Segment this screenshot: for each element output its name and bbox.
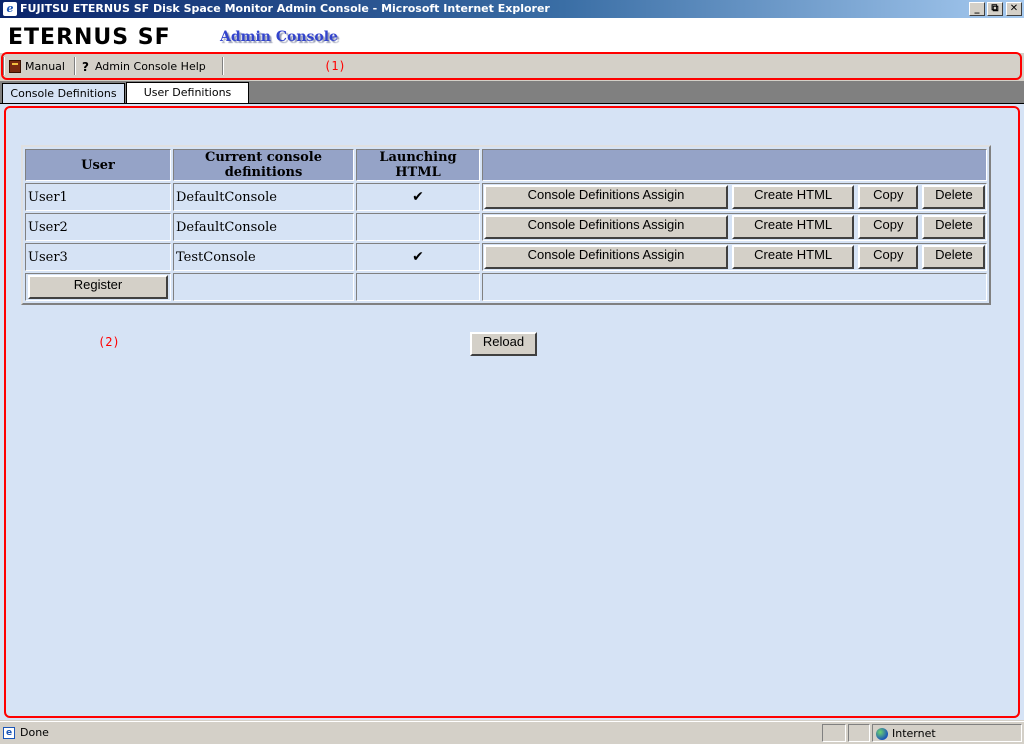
- maximize-button[interactable]: ⧉: [987, 2, 1003, 16]
- create-html-button[interactable]: Create HTML: [732, 185, 855, 209]
- callout-2-label: (2): [98, 335, 120, 349]
- user-name-cell: User3: [25, 243, 171, 271]
- column-header-actions: [482, 149, 988, 181]
- row-actions: Console Definitions Assigin Create HTML …: [482, 243, 988, 271]
- console-cell: DefaultConsole: [173, 213, 354, 241]
- copy-button[interactable]: Copy: [858, 185, 919, 209]
- console-definitions-assign-button[interactable]: Console Definitions Assigin: [484, 245, 728, 269]
- column-header-user: User: [25, 149, 171, 181]
- console-definitions-assign-button[interactable]: Console Definitions Assigin: [484, 215, 728, 239]
- app-header: ETERNUS SF Admin Console: [0, 18, 1024, 52]
- user-definitions-table: User Current console definitions Launchi…: [21, 145, 992, 305]
- table-header-row: User Current console definitions Launchi…: [25, 149, 988, 181]
- register-cell: Register: [25, 273, 171, 301]
- toolbar-separator: [222, 57, 224, 75]
- main-content: User Current console definitions Launchi…: [0, 103, 1024, 720]
- minimize-button[interactable]: _: [969, 2, 985, 16]
- delete-button[interactable]: Delete: [922, 215, 986, 239]
- toolbar-grip: [3, 57, 5, 75]
- admin-console-help-link[interactable]: ? Admin Console Help: [82, 58, 206, 75]
- console-definitions-assign-button[interactable]: Console Definitions Assigin: [484, 185, 728, 209]
- help-label: Admin Console Help: [94, 60, 206, 73]
- column-header-current-console: Current console definitions: [173, 149, 354, 181]
- page-done-icon: e: [3, 726, 15, 739]
- help-question-icon: ?: [82, 59, 89, 74]
- create-html-button[interactable]: Create HTML: [732, 245, 855, 269]
- eternus-logo: ETERNUS SF: [8, 25, 171, 50]
- delete-button[interactable]: Delete: [922, 245, 986, 269]
- create-html-button[interactable]: Create HTML: [732, 215, 855, 239]
- tab-user-definitions[interactable]: User Definitions: [126, 82, 249, 104]
- reload-button[interactable]: Reload: [470, 332, 537, 356]
- column-header-launching-html: Launching HTML: [356, 149, 480, 181]
- manual-link[interactable]: Manual: [9, 58, 65, 75]
- zone-label: Internet: [892, 727, 936, 740]
- callout-1-label: (1): [324, 59, 346, 73]
- toolbar-separator: [74, 57, 76, 75]
- table-row: User1 DefaultConsole ✔ Console Definitio…: [25, 183, 988, 211]
- register-row: Register: [25, 273, 988, 301]
- register-button[interactable]: Register: [28, 275, 168, 299]
- table-row: User3 TestConsole ✔ Console Definitions …: [25, 243, 988, 271]
- launching-check-icon: [356, 213, 480, 241]
- page-subtitle: Admin Console: [220, 29, 338, 45]
- user-name-cell: User1: [25, 183, 171, 211]
- status-text: Done: [20, 726, 49, 739]
- empty-cell: [173, 273, 354, 301]
- delete-button[interactable]: Delete: [922, 185, 986, 209]
- empty-cell: [356, 273, 480, 301]
- console-cell: TestConsole: [173, 243, 354, 271]
- security-zone: Internet: [872, 724, 1022, 742]
- book-icon: [9, 60, 21, 73]
- manual-label: Manual: [25, 60, 65, 73]
- table-row: User2 DefaultConsole Console Definitions…: [25, 213, 988, 241]
- internet-explorer-icon: e: [3, 2, 17, 16]
- globe-icon: [876, 728, 888, 740]
- title-bar: e FUJITSU ETERNUS SF Disk Space Monitor …: [0, 0, 1024, 18]
- status-pane: [848, 724, 870, 742]
- window-title: FUJITSU ETERNUS SF Disk Space Monitor Ad…: [20, 2, 550, 15]
- copy-button[interactable]: Copy: [858, 245, 919, 269]
- tab-console-definitions[interactable]: Console Definitions: [2, 83, 125, 103]
- launching-check-icon: ✔: [356, 243, 480, 271]
- close-button[interactable]: ✕: [1006, 2, 1022, 16]
- row-actions: Console Definitions Assigin Create HTML …: [482, 213, 988, 241]
- copy-button[interactable]: Copy: [858, 215, 919, 239]
- tab-strip: Console Definitions User Definitions: [0, 81, 1024, 104]
- empty-cell: [482, 273, 988, 301]
- console-cell: DefaultConsole: [173, 183, 354, 211]
- toolbar: Manual ? Admin Console Help (1): [0, 52, 1024, 80]
- row-actions: Console Definitions Assigin Create HTML …: [482, 183, 988, 211]
- status-pane: [822, 724, 846, 742]
- launching-check-icon: ✔: [356, 183, 480, 211]
- user-name-cell: User2: [25, 213, 171, 241]
- status-bar: e Done Internet: [0, 721, 1024, 744]
